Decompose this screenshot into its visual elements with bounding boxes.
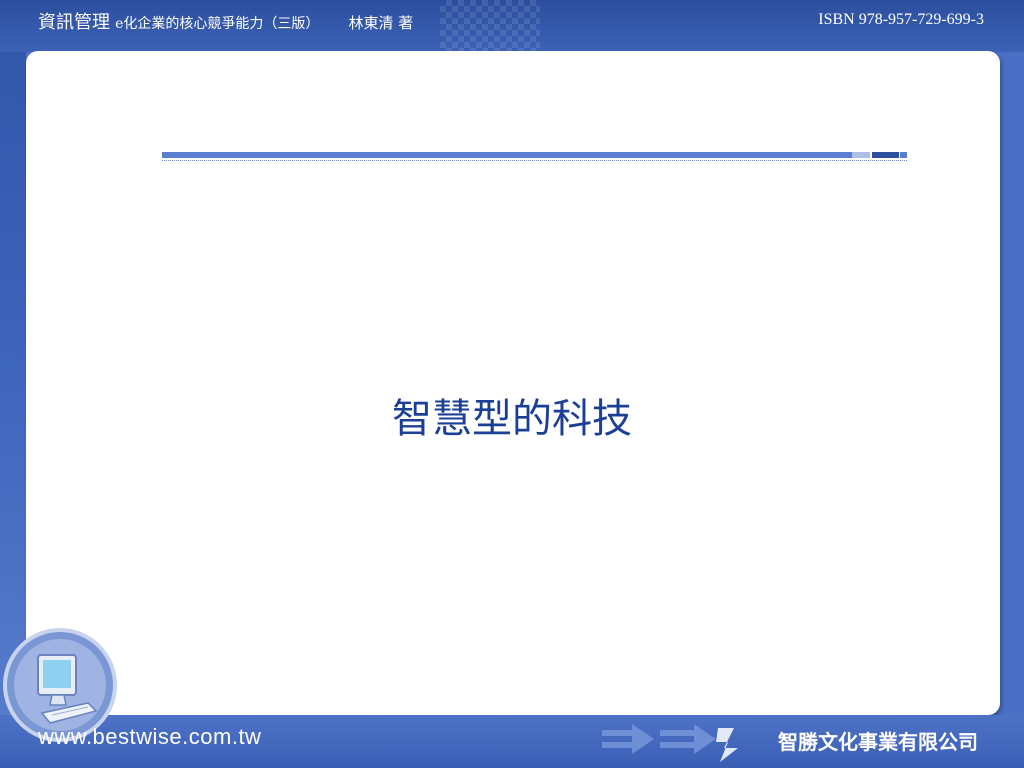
book-header: 資訊管理 e化企業的核心競爭能力（三版） 林東清 著: [38, 8, 413, 34]
website-url[interactable]: www.bestwise.com.tw: [38, 724, 261, 750]
slide-panel: [26, 51, 1000, 715]
publisher-name: 智勝文化事業有限公司: [778, 730, 978, 754]
book-title: 資訊管理: [38, 12, 110, 33]
title-divider: [162, 152, 907, 162]
book-subtitle: e化企業的核心競爭能力（三版）: [115, 16, 320, 32]
isbn-label: ISBN 978-957-729-699-3: [818, 11, 984, 28]
slide-title: 智慧型的科技: [392, 396, 632, 442]
header-pattern: [440, 0, 540, 52]
arrow-icon: [600, 718, 750, 762]
book-author: 林東清 著: [348, 14, 414, 32]
